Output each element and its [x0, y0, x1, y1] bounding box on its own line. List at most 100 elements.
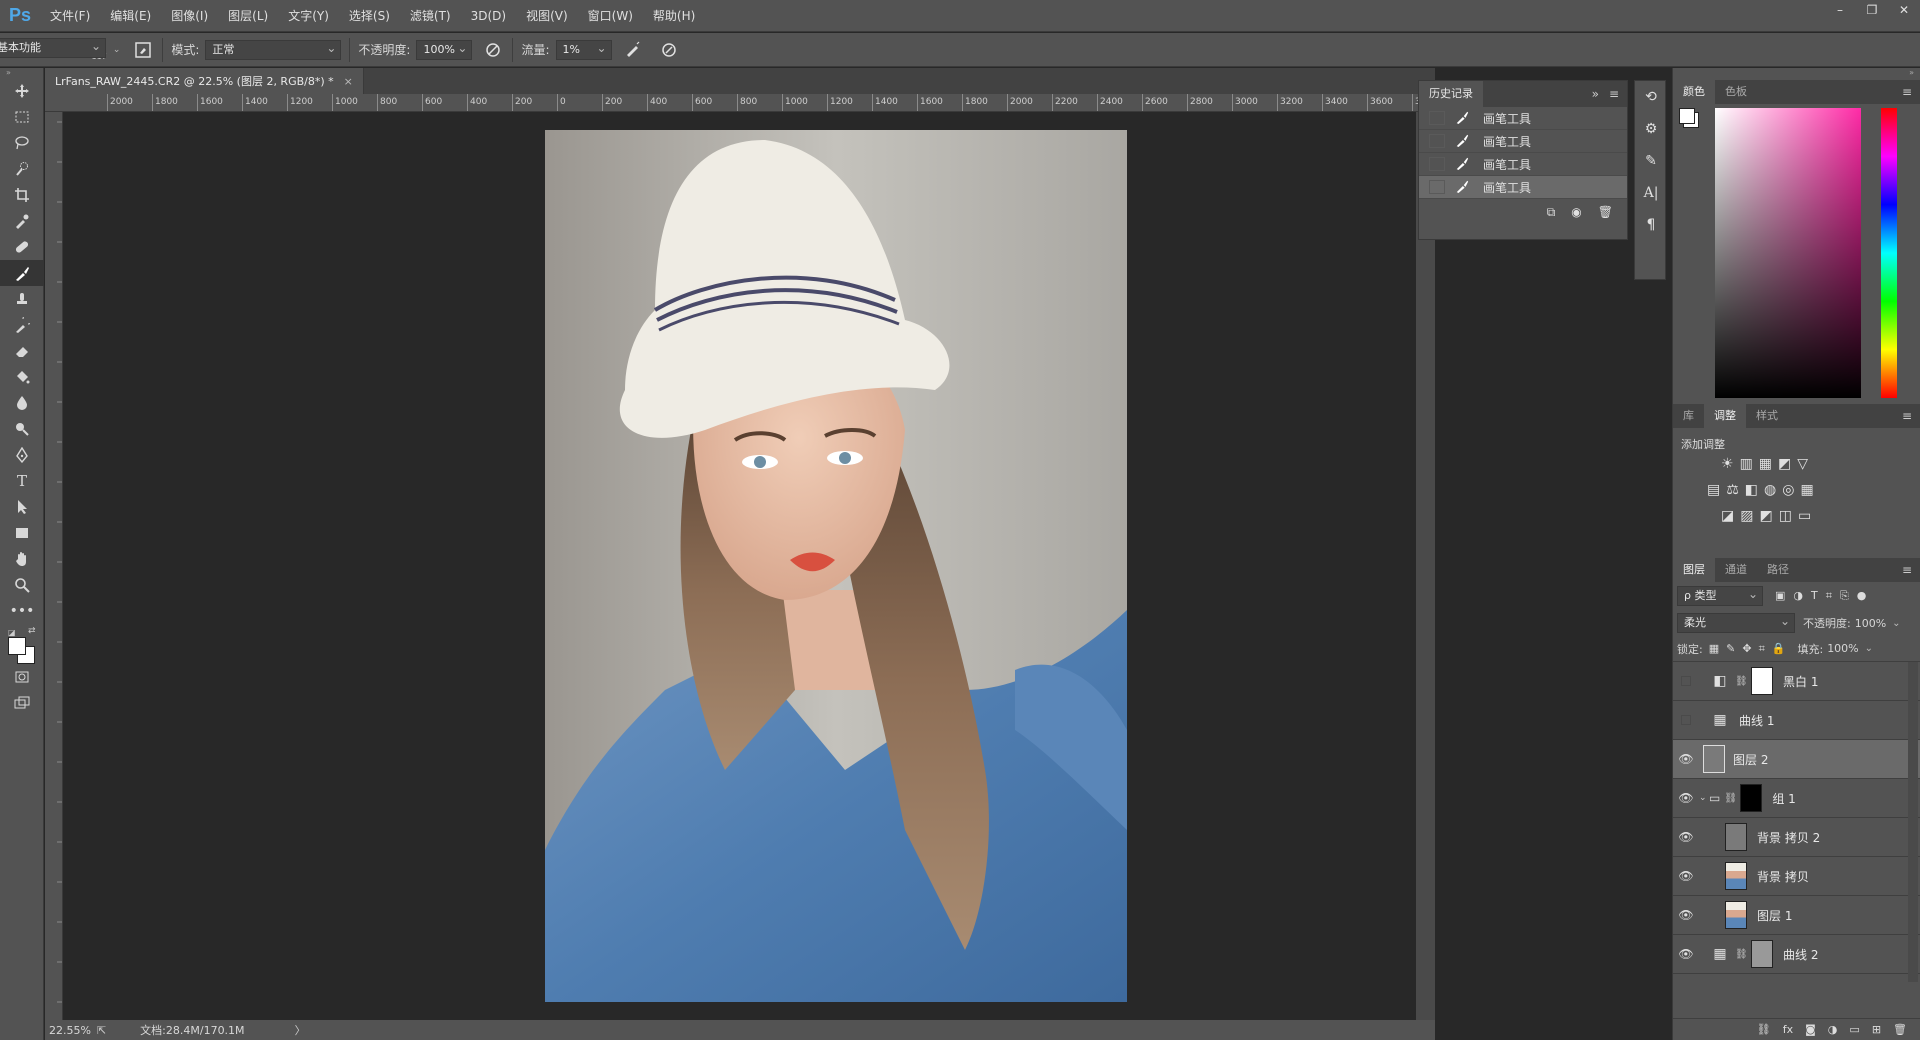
eye-icon[interactable]: 👁	[1673, 908, 1699, 922]
layers-scrollbar[interactable]	[1908, 662, 1918, 982]
layer-row[interactable]: 👁 背景 拷贝	[1673, 857, 1920, 896]
quick-selection-tool[interactable]	[0, 156, 44, 182]
restore-button[interactable]: ❐	[1856, 0, 1888, 22]
opacity-input[interactable]: 100%	[416, 39, 473, 60]
layer-row[interactable]: ◧ ⛓ 黑白 1	[1673, 662, 1920, 701]
color-swatches[interactable]: ◪ ⇄	[0, 624, 43, 664]
zoom-level[interactable]: 22.55%	[49, 1024, 91, 1037]
filter-type-icon[interactable]: T	[1811, 589, 1818, 603]
properties-panel-icon[interactable]: ⚙	[1635, 113, 1667, 145]
channel-mixer-icon[interactable]: ◎	[1782, 482, 1794, 498]
dock-collapse-icon[interactable]: »	[1673, 68, 1920, 80]
eye-icon[interactable]: 👁	[1673, 791, 1699, 805]
history-item-active[interactable]: 画笔工具	[1419, 176, 1627, 199]
filter-pixel-icon[interactable]: ▣	[1775, 589, 1785, 603]
tab-libraries[interactable]: 库	[1673, 404, 1704, 428]
tab-swatches[interactable]: 色板	[1715, 80, 1757, 104]
rectangle-tool[interactable]	[0, 520, 44, 546]
group-mask-thumbnail[interactable]	[1740, 784, 1763, 812]
workspace-select[interactable]: 基本功能	[0, 37, 106, 58]
menu-edit[interactable]: 编辑(E)	[100, 0, 161, 32]
export-icon[interactable]: ⇱	[97, 1024, 106, 1037]
airbrush-icon[interactable]	[622, 39, 644, 61]
character-panel-icon[interactable]: A|	[1635, 177, 1667, 209]
marquee-tool[interactable]	[0, 104, 44, 130]
foreground-color-swatch[interactable]	[8, 637, 26, 655]
hue-saturation-icon[interactable]: ▤	[1707, 482, 1720, 498]
close-button[interactable]: ✕	[1888, 0, 1920, 22]
lock-all-icon[interactable]: 🔒	[1772, 642, 1786, 656]
layer-opacity-value[interactable]: 100%	[1855, 617, 1886, 630]
visibility-toggle-off[interactable]	[1673, 662, 1699, 701]
hue-slider[interactable]	[1881, 108, 1897, 398]
close-document-icon[interactable]: ×	[344, 75, 353, 88]
filter-adjustment-icon[interactable]: ◑	[1793, 589, 1803, 603]
collapse-panel-icon[interactable]: »	[1592, 87, 1599, 101]
lock-pixels-icon[interactable]: ✎	[1726, 642, 1735, 656]
new-layer-icon[interactable]: ⊞	[1872, 1023, 1881, 1036]
trash-icon[interactable]: 🗑	[1598, 205, 1613, 219]
brush-panel-toggle-icon[interactable]	[132, 39, 154, 61]
layer-row-selected[interactable]: 👁 图层 2	[1673, 740, 1920, 779]
default-colors-icon[interactable]: ◪	[8, 628, 16, 637]
layer-row[interactable]: ▦ 曲线 1	[1673, 701, 1920, 740]
minimize-button[interactable]: –	[1824, 0, 1856, 22]
paragraph-panel-icon[interactable]: ¶	[1635, 209, 1667, 241]
status-menu-arrow[interactable]: 〉	[295, 1022, 306, 1038]
history-item[interactable]: 画笔工具	[1419, 130, 1627, 153]
clone-stamp-tool[interactable]	[0, 286, 44, 312]
tab-styles[interactable]: 样式	[1746, 404, 1788, 428]
pressure-size-icon[interactable]	[658, 39, 680, 61]
brush-tool[interactable]	[0, 260, 44, 286]
group-expand-icon[interactable]: ⌄	[1699, 793, 1709, 803]
filter-smart-object-icon[interactable]: ⎘	[1840, 589, 1849, 603]
layer-name[interactable]: 曲线 1	[1739, 712, 1774, 729]
blur-tool[interactable]	[0, 390, 44, 416]
color-lookup-icon[interactable]: ▦	[1800, 482, 1813, 498]
tab-layers[interactable]: 图层	[1673, 558, 1715, 582]
tab-channels[interactable]: 通道	[1715, 558, 1757, 582]
layer-name[interactable]: 黑白 1	[1783, 673, 1818, 690]
fx-icon[interactable]: fx	[1783, 1023, 1793, 1036]
menu-help[interactable]: 帮助(H)	[643, 0, 705, 32]
layer-mask-thumbnail[interactable]	[1751, 667, 1773, 695]
lock-position-icon[interactable]: ✥	[1742, 642, 1751, 656]
camera-snapshot-icon[interactable]: ◉	[1571, 205, 1581, 219]
black-white-icon[interactable]: ◧	[1745, 482, 1758, 498]
healing-brush-tool[interactable]	[0, 234, 44, 260]
menu-type[interactable]: 文字(Y)	[278, 0, 339, 32]
curves-icon[interactable]: ▦	[1759, 456, 1772, 472]
eyedropper-tool[interactable]	[0, 208, 44, 234]
fill-value[interactable]: 100%	[1827, 642, 1858, 655]
panel-menu-icon[interactable]: ≡	[1902, 558, 1912, 582]
menu-layer[interactable]: 图层(L)	[218, 0, 278, 32]
dodge-tool[interactable]	[0, 416, 44, 442]
crop-tool[interactable]	[0, 182, 44, 208]
menu-window[interactable]: 窗口(W)	[578, 0, 643, 32]
menu-filter[interactable]: 滤镜(T)	[400, 0, 461, 32]
collapse-arrows-icon[interactable]: »	[0, 68, 43, 78]
layer-mask-thumbnail[interactable]	[1751, 940, 1773, 968]
eraser-tool[interactable]	[0, 338, 44, 364]
layer-name[interactable]: 组 1	[1772, 790, 1795, 807]
move-tool[interactable]	[0, 78, 44, 104]
layer-row[interactable]: 👁 ⌄ ▭ ⛓ 组 1	[1673, 779, 1920, 818]
horizontal-ruler[interactable]: 2000 1800 1600 1400 1200 1000 800 600 400 200 0 200…	[45, 94, 1435, 112]
layer-row[interactable]: 👁 图层 1	[1673, 896, 1920, 935]
visibility-toggle-off[interactable]	[1673, 701, 1699, 740]
menu-file[interactable]: 文件(F)	[40, 0, 100, 32]
quick-mask-button[interactable]	[0, 664, 44, 690]
layer-thumbnail[interactable]	[1725, 862, 1747, 890]
new-adjustment-icon[interactable]: ◑	[1828, 1023, 1838, 1036]
filter-toggle-icon[interactable]: ●	[1857, 589, 1867, 603]
panel-menu-icon[interactable]: ≡	[1609, 87, 1619, 101]
selective-color-icon[interactable]: ◫	[1779, 508, 1792, 524]
vertical-scrollbar[interactable]	[1416, 112, 1435, 1020]
lock-artboard-icon[interactable]: ⌗	[1759, 642, 1765, 656]
levels-icon[interactable]: ▥	[1740, 456, 1753, 472]
invert-icon[interactable]: ◪	[1721, 508, 1734, 524]
history-item[interactable]: 画笔工具	[1419, 107, 1627, 130]
layer-blend-mode-select[interactable]: 柔光	[1677, 612, 1795, 633]
layer-thumbnail[interactable]	[1725, 823, 1747, 851]
history-source-checkbox[interactable]	[1429, 134, 1445, 148]
